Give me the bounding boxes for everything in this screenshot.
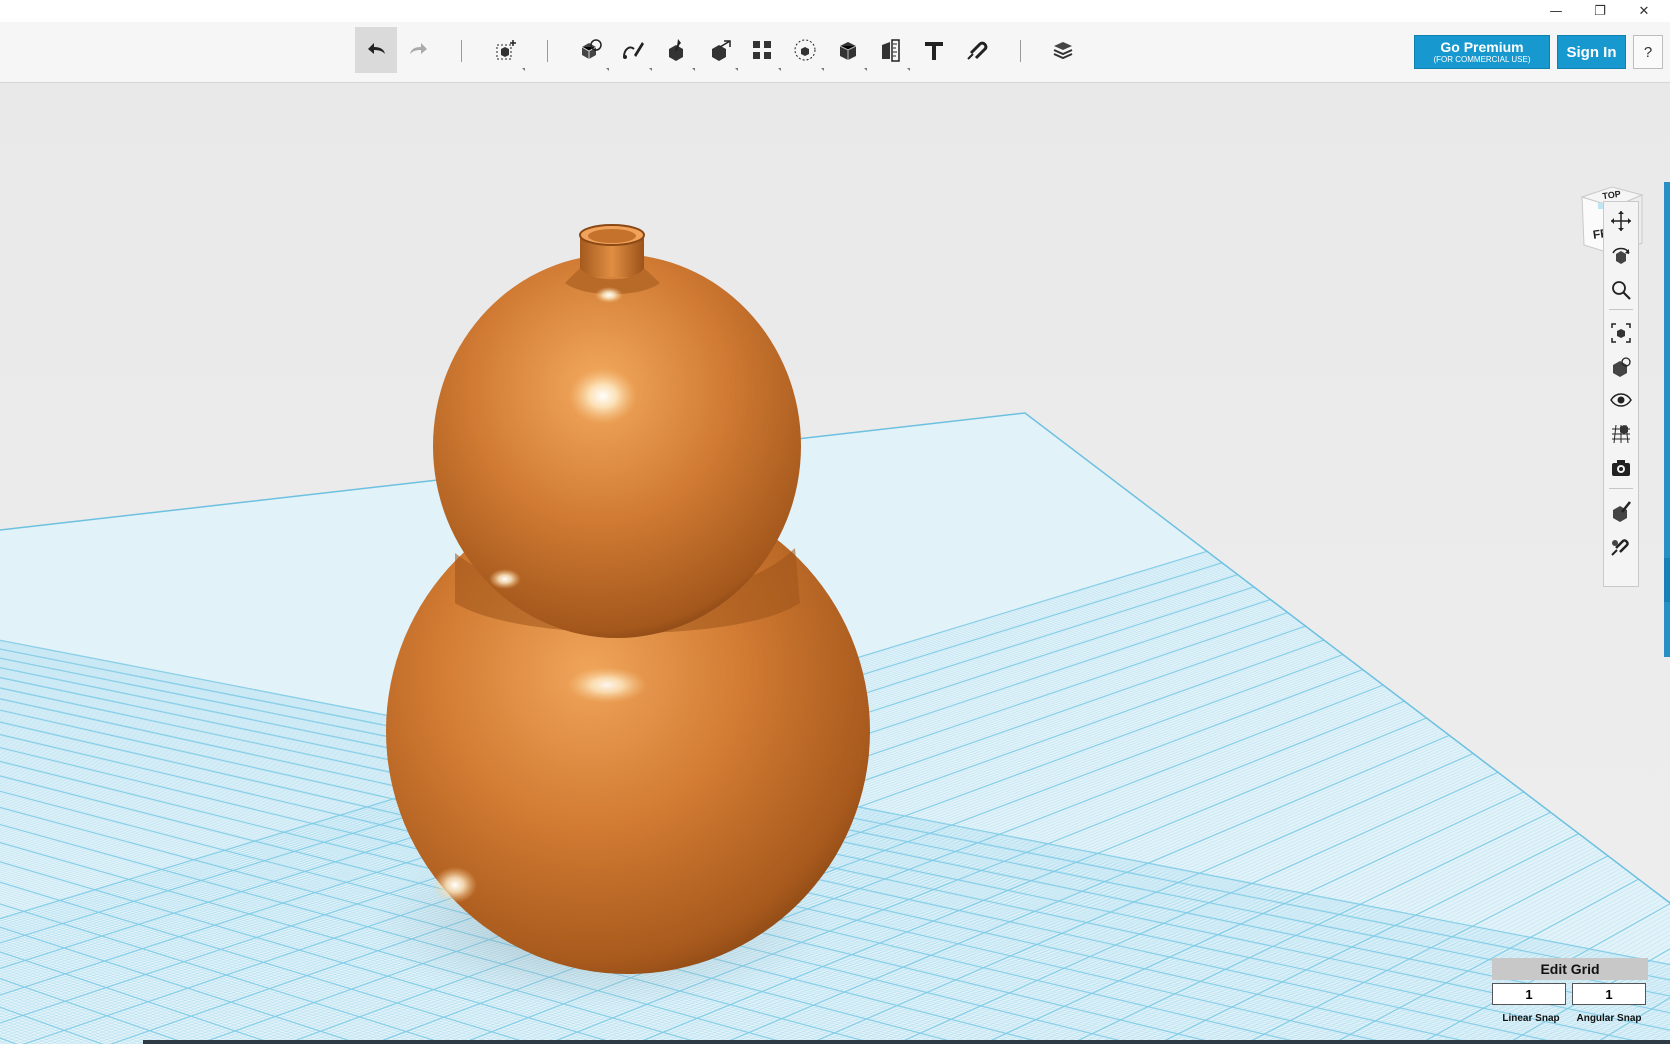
premium-sub-label: (FOR COMMERCIAL USE) xyxy=(1433,55,1531,64)
go-premium-button[interactable]: Go Premium (FOR COMMERCIAL USE) xyxy=(1414,35,1550,69)
primitives-icon[interactable] xyxy=(569,27,611,73)
measure-icon[interactable] xyxy=(870,27,912,73)
material-edit-icon[interactable] xyxy=(1607,497,1635,525)
sign-in-button[interactable]: Sign In xyxy=(1557,35,1626,69)
linear-snap-label: Linear Snap xyxy=(1502,1013,1560,1024)
main-toolbar: Go Premium (FOR COMMERCIAL USE) Sign In … xyxy=(0,22,1670,83)
visibility-icon[interactable] xyxy=(1607,386,1635,414)
minimize-icon[interactable]: — xyxy=(1534,0,1578,22)
grouping-icon[interactable] xyxy=(784,27,826,73)
material-icon[interactable] xyxy=(1042,27,1084,73)
snap-icon[interactable] xyxy=(956,27,998,73)
status-bar xyxy=(143,1040,1670,1044)
screenshot-icon[interactable] xyxy=(1607,454,1635,482)
text-icon[interactable] xyxy=(913,27,955,73)
linear-snap-input[interactable]: 1 xyxy=(1492,983,1566,1005)
angular-snap-input[interactable]: 1 xyxy=(1572,983,1646,1005)
restore-icon[interactable]: ❐ xyxy=(1578,0,1622,22)
grid-icon[interactable] xyxy=(1607,420,1635,448)
edit-grid-panel: Edit Grid 1 1 xyxy=(1492,958,1648,1009)
premium-label: Go Premium xyxy=(1440,39,1524,55)
side-panel-toggle[interactable] xyxy=(1664,558,1670,602)
3d-viewport[interactable]: TOP FRONT xyxy=(0,83,1670,1044)
title-bar: — ❐ ✕ xyxy=(0,0,1670,22)
fit-icon[interactable] xyxy=(1607,319,1635,347)
construct-icon[interactable] xyxy=(655,27,697,73)
edit-grid-button[interactable]: Edit Grid xyxy=(1492,958,1648,980)
sketch-icon[interactable] xyxy=(612,27,654,73)
transform-icon[interactable] xyxy=(485,27,527,73)
redo-icon[interactable] xyxy=(398,27,440,73)
undo-icon[interactable] xyxy=(355,27,397,73)
pan-icon[interactable] xyxy=(1607,207,1635,235)
help-button[interactable]: ? xyxy=(1633,35,1663,69)
combine-icon[interactable] xyxy=(827,27,869,73)
pattern-icon[interactable] xyxy=(741,27,783,73)
close-icon[interactable]: ✕ xyxy=(1622,0,1666,22)
gourd-upper-bulb xyxy=(433,254,801,638)
angular-snap-label: Angular Snap xyxy=(1576,1013,1642,1024)
modify-icon[interactable] xyxy=(698,27,740,73)
scene-canvas[interactable] xyxy=(0,83,1670,1044)
perspective-icon[interactable] xyxy=(1607,353,1635,381)
zoom-icon[interactable] xyxy=(1607,276,1635,304)
orbit-icon[interactable] xyxy=(1607,242,1635,270)
navigation-panel xyxy=(1603,201,1639,587)
snap-magnet-icon[interactable] xyxy=(1607,532,1635,560)
